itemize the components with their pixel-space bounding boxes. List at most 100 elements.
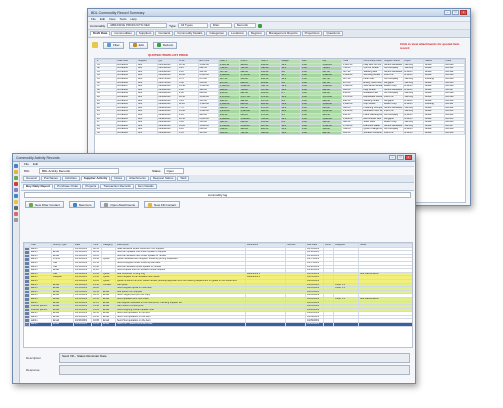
activity-cell-assigned: [333, 322, 359, 327]
edit-button[interactable]: Edit: [128, 41, 148, 49]
open-attachments-button[interactable]: Open Attachments: [100, 201, 140, 208]
tab-commodity-details[interactable]: Commodity Details: [174, 31, 206, 36]
refresh-button-label: Refresh: [162, 43, 174, 47]
status-field[interactable]: Open: [163, 168, 184, 174]
new-fill-contact-label: New Fill Contact: [154, 202, 176, 207]
front-window-title: Commodity Activity Records: [16, 155, 60, 160]
front-window-titlebar: Commodity Activity Records – □ ×: [13, 154, 415, 162]
back-table-cell: BOS8020: [115, 130, 137, 136]
tab-request-status[interactable]: Request Status: [149, 176, 177, 181]
note-icon[interactable]: [14, 200, 18, 204]
tab-purchases[interactable]: Purchases: [40, 176, 61, 181]
tab-questions[interactable]: Questions: [323, 31, 343, 36]
front-minimize-button[interactable]: –: [389, 155, 396, 160]
back-table-body: 31 BOS8001 ALL 09/15/2019 12.50 1,242.00 1,118…: [95, 62, 465, 136]
tab-web[interactable]: Web: [177, 176, 190, 181]
description-label: Description: [26, 356, 42, 360]
filter-button[interactable]: Filter: [103, 41, 124, 49]
subtab-buy-daily-report[interactable]: Buy Daily Report: [23, 184, 54, 189]
tab-regions[interactable]: Regions: [247, 31, 265, 36]
settings-icon[interactable]: [14, 218, 18, 222]
home-icon[interactable]: [14, 164, 18, 168]
tab-locations[interactable]: Locations: [227, 31, 247, 36]
response-field[interactable]: [59, 365, 410, 375]
menu-edit[interactable]: Edit: [100, 17, 105, 21]
contacts-icon[interactable]: [14, 176, 18, 180]
type-label: Type: [169, 23, 176, 28]
activity-cell-type: Email: [51, 322, 74, 327]
menu-view[interactable]: View: [109, 17, 115, 21]
new-contact-button[interactable]: New Filter Contact: [25, 201, 64, 208]
description-field[interactable]: Send Vth - Status Reminder Date: [59, 353, 410, 363]
tab-supplier-activity[interactable]: Supplier Activity: [80, 176, 111, 181]
tab-attachments[interactable]: Attachments: [126, 176, 149, 181]
record-field[interactable]: BDL Activity Records: [39, 168, 119, 174]
tab-projections[interactable]: Projections: [301, 31, 323, 36]
subtab-purchase-order[interactable]: Purchase Order: [54, 184, 82, 189]
new-fill-contact-button[interactable]: New Fill Contact: [144, 201, 180, 208]
back-tabs: Draft Data Commodities Suppliers Contact…: [88, 30, 470, 38]
back-toolbar: Commodity ABRASIVE PRODUCTS NEC Type All…: [88, 22, 470, 30]
calendar-icon[interactable]: [14, 182, 18, 186]
front-maximize-button[interactable]: □: [397, 155, 404, 160]
subtab-item-details[interactable]: Item Details: [134, 184, 157, 189]
report-icon[interactable]: [14, 188, 18, 192]
tab-suppliers[interactable]: Suppliers: [135, 31, 155, 36]
title-field-row: commodity log: [21, 191, 414, 199]
commodity-select[interactable]: ABRASIVE PRODUCTS NEC: [107, 23, 168, 28]
type-select[interactable]: All Types: [177, 23, 208, 28]
back-table-cell: 935.00: [197, 130, 219, 136]
back-table-cell: 50: [95, 130, 117, 136]
maximize-button[interactable]: □: [452, 10, 459, 15]
back-table-cell: 742.50: [238, 130, 260, 136]
folder-icon[interactable]: [14, 170, 18, 174]
tab-general[interactable]: General: [23, 176, 40, 181]
tab-contacts[interactable]: Contacts: [155, 31, 174, 36]
add-fill-icon: [148, 202, 153, 207]
tab-draft-data[interactable]: Draft Data: [90, 31, 111, 36]
subtab-projects[interactable]: Projects: [82, 184, 100, 189]
back-table-row[interactable]: 50 BOS8020 ALL 09/24/2019 9.35 935.00 841.50 74…: [95, 130, 465, 136]
tab-notes[interactable]: Notes: [111, 176, 126, 181]
front-content: File Edit BDL BDL Activity Records Statu…: [21, 162, 414, 382]
front-tabs: General Purchases Activities Supplier Ac…: [21, 175, 414, 183]
back-table-cell: 9.35: [177, 130, 199, 136]
close-button[interactable]: ×: [460, 10, 467, 15]
tab-commodities[interactable]: Commodities: [111, 31, 135, 36]
tab-categories[interactable]: Categories: [206, 31, 227, 36]
activity-cell-user: admin: [29, 322, 52, 327]
front-window: Commodity Activity Records – □ × File Ed…: [12, 153, 416, 384]
filter-field[interactable]: Filter: [209, 23, 232, 28]
back-table-cell: 841.50: [320, 130, 342, 136]
back-table-cell: 10.4: [279, 130, 301, 136]
new-item-button[interactable]: New Item: [68, 201, 96, 208]
minimize-button[interactable]: –: [444, 10, 451, 15]
activity-row[interactable]: admin Email 10/16/2019 10:50 Email Send Vth -…: [24, 322, 412, 327]
back-table-cell: 09/24/2019: [156, 130, 178, 136]
records-field[interactable]: Records: [233, 23, 256, 28]
refresh-icon[interactable]: [257, 23, 262, 28]
chart-icon[interactable]: [14, 212, 18, 216]
front-menu-file[interactable]: File: [24, 162, 29, 166]
menu-help[interactable]: Help: [130, 17, 136, 21]
activity-table-body: admin 10/14/2019 08:15 Seek abrasive wheel …: [24, 246, 412, 327]
section-title: QUOTED ITEMS LIST PRICE: [148, 53, 189, 57]
print-icon[interactable]: [14, 206, 18, 210]
activity-cell-due: 10/30/2019: [305, 322, 324, 327]
quote-icon: [92, 42, 98, 48]
mail-icon[interactable]: [14, 194, 18, 198]
subtab-transaction-records[interactable]: Transaction Records: [100, 184, 134, 189]
add-contact-icon: [29, 202, 33, 207]
new-contact-label: New Filter Contact: [35, 202, 60, 207]
left-toolbox: [13, 162, 20, 383]
back-refresh-button[interactable]: Refresh: [152, 41, 178, 49]
front-menu-edit[interactable]: Edit: [33, 162, 38, 166]
tab-activities[interactable]: Activities: [61, 176, 80, 181]
edit-button-label: Edit: [138, 43, 144, 47]
tab-management-reports[interactable]: Management Reports: [265, 31, 301, 36]
menu-file[interactable]: File: [91, 17, 96, 21]
menu-tools[interactable]: Tools: [119, 17, 126, 21]
front-close-button[interactable]: ×: [405, 155, 412, 160]
title-field[interactable]: commodity log: [24, 192, 411, 198]
commodity-label: Commodity: [90, 23, 106, 28]
